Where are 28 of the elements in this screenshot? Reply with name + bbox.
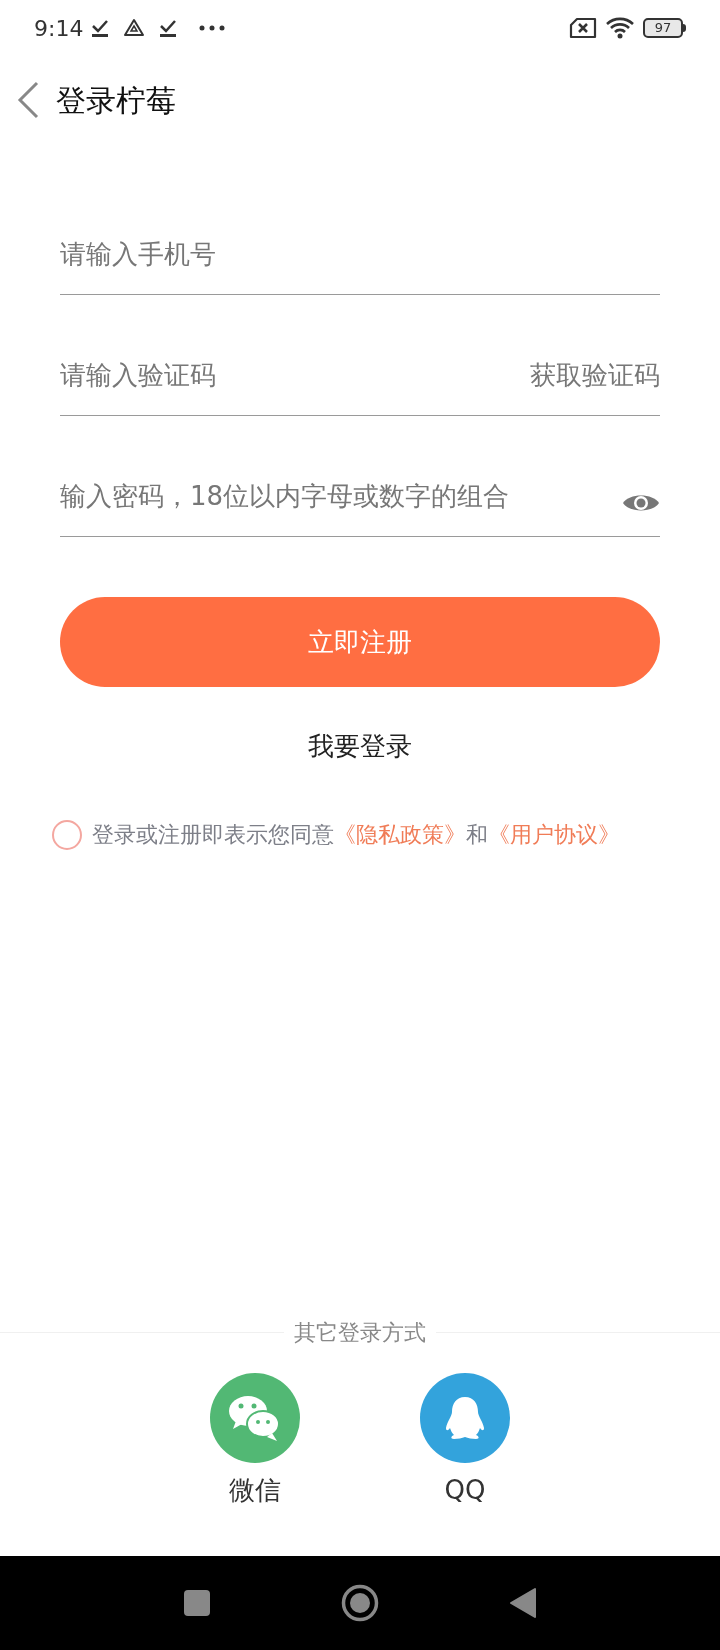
chat-bubbles-icon: [210, 1373, 300, 1463]
battery-level: 97: [643, 18, 683, 38]
agreement-checkbox[interactable]: [52, 819, 82, 850]
get-code-button[interactable]: 获取验证码: [530, 356, 660, 395]
password-input[interactable]: 输入密码，18位以内字母或数字的组合: [60, 477, 622, 516]
download-done-icon: [159, 18, 178, 38]
policy-link[interactable]: 《隐私政策》: [334, 822, 466, 847]
triangle-icon: [123, 18, 146, 38]
home-icon[interactable]: [341, 1584, 379, 1622]
other-login-title: 其它登录方式: [293, 1319, 427, 1347]
no-sim-icon: [569, 17, 597, 39]
wifi-icon: [605, 16, 635, 40]
status-time: 9:14: [34, 14, 84, 43]
back-icon[interactable]: [16, 81, 40, 119]
register-button[interactable]: 立即注册: [60, 597, 660, 687]
code-input[interactable]: 请输入验证码: [60, 356, 530, 395]
login-link[interactable]: 我要登录: [308, 727, 412, 766]
download-done-icon: [91, 18, 110, 38]
more-icon: [199, 25, 226, 31]
recents-icon[interactable]: [183, 1589, 211, 1617]
qq-login-button[interactable]: QQ: [420, 1373, 510, 1510]
agreement-text: 登录或注册即表示您同意《隐私政策》和《用户协议》: [92, 821, 620, 849]
back-icon[interactable]: [509, 1587, 537, 1619]
page-title: 登录柠莓: [56, 81, 176, 120]
phone-input[interactable]: 请输入手机号: [60, 235, 660, 274]
penguin-icon: [420, 1373, 510, 1463]
wechat-login-button[interactable]: 微信: [210, 1373, 300, 1510]
policy-link[interactable]: 《用户协议》: [488, 822, 620, 847]
